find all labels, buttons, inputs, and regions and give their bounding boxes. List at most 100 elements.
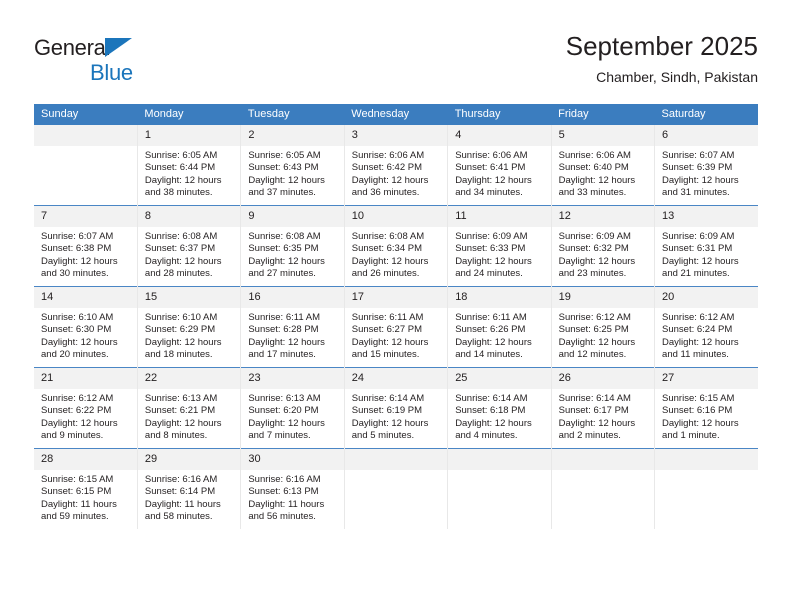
day-details xyxy=(345,470,447,474)
daylight-text-line2: and 58 minutes. xyxy=(144,511,213,523)
day-cell[interactable]: 1 Sunrise: 6:05 AM Sunset: 6:44 PM Dayli… xyxy=(136,125,242,206)
day-details: Sunrise: 6:10 AM Sunset: 6:30 PM Dayligh… xyxy=(34,308,137,362)
day-cell[interactable]: 15 Sunrise: 6:10 AM Sunset: 6:29 PM Dayl… xyxy=(136,286,242,368)
daylight-text-line1: Daylight: 11 hours xyxy=(248,498,325,510)
sunset-text: Sunset: 6:38 PM xyxy=(41,243,112,255)
day-cell[interactable]: 22 Sunrise: 6:13 AM Sunset: 6:21 PM Dayl… xyxy=(136,367,242,449)
day-cell[interactable]: 23 Sunrise: 6:13 AM Sunset: 6:20 PM Dayl… xyxy=(240,367,345,449)
sunrise-text: Sunrise: 6:05 AM xyxy=(144,150,218,161)
day-cell[interactable]: 4 Sunrise: 6:06 AM Sunset: 6:41 PM Dayli… xyxy=(447,125,552,206)
daylight-text-line1: Daylight: 12 hours xyxy=(662,417,739,429)
day-cell[interactable]: 7 Sunrise: 6:07 AM Sunset: 6:38 PM Dayli… xyxy=(34,205,138,287)
weekday-header-thursday: Thursday xyxy=(447,104,552,125)
day-details: Sunrise: 6:05 AM Sunset: 6:43 PM Dayligh… xyxy=(241,146,343,200)
weekday-header-saturday: Saturday xyxy=(654,104,758,125)
day-cell[interactable]: 16 Sunrise: 6:11 AM Sunset: 6:28 PM Dayl… xyxy=(240,286,345,368)
day-number: 23 xyxy=(241,368,344,389)
daylight-text-line2: and 28 minutes. xyxy=(144,268,213,280)
day-details: Sunrise: 6:12 AM Sunset: 6:25 PM Dayligh… xyxy=(552,308,654,362)
day-cell[interactable]: 18 Sunrise: 6:11 AM Sunset: 6:26 PM Dayl… xyxy=(447,286,552,368)
daylight-text-line2: and 11 minutes. xyxy=(662,349,729,361)
day-number: 7 xyxy=(34,206,137,227)
generalblue-logo[interactable]: General Blue xyxy=(34,36,214,86)
day-number: 21 xyxy=(34,368,137,389)
day-number: 3 xyxy=(344,125,448,146)
daylight-text-line2: and 33 minutes. xyxy=(558,187,627,199)
day-cell[interactable]: 28 Sunrise: 6:15 AM Sunset: 6:15 PM Dayl… xyxy=(34,448,138,529)
sunrise-text: Sunrise: 6:05 AM xyxy=(248,150,321,161)
day-cell[interactable] xyxy=(447,448,552,529)
day-cell[interactable]: 14 Sunrise: 6:10 AM Sunset: 6:30 PM Dayl… xyxy=(34,286,138,368)
day-cell[interactable]: 29 Sunrise: 6:16 AM Sunset: 6:14 PM Dayl… xyxy=(136,448,242,529)
week-row: 1 Sunrise: 6:05 AM Sunset: 6:44 PM Dayli… xyxy=(34,125,758,206)
day-cell[interactable]: 11 Sunrise: 6:09 AM Sunset: 6:33 PM Dayl… xyxy=(447,205,552,287)
daylight-text-line1: Daylight: 12 hours xyxy=(455,255,532,267)
day-details xyxy=(34,146,137,150)
day-details xyxy=(448,470,550,474)
day-number: 5 xyxy=(551,125,655,146)
sunrise-text: Sunrise: 6:14 AM xyxy=(351,393,425,404)
day-cell[interactable]: 13 Sunrise: 6:09 AM Sunset: 6:31 PM Dayl… xyxy=(654,205,758,287)
day-cell[interactable] xyxy=(654,448,758,529)
daylight-text-line2: and 7 minutes. xyxy=(248,430,311,442)
daylight-text-line1: Daylight: 12 hours xyxy=(662,174,739,186)
day-cell[interactable] xyxy=(34,125,138,206)
sunrise-text: Sunrise: 6:10 AM xyxy=(144,312,218,323)
weekday-header-tuesday: Tuesday xyxy=(240,104,345,125)
daylight-text-line2: and 14 minutes. xyxy=(455,349,523,361)
day-cell[interactable]: 3 Sunrise: 6:06 AM Sunset: 6:42 PM Dayli… xyxy=(343,125,449,206)
day-details: Sunrise: 6:08 AM Sunset: 6:37 PM Dayligh… xyxy=(138,227,240,281)
day-cell[interactable]: 19 Sunrise: 6:12 AM Sunset: 6:25 PM Dayl… xyxy=(550,286,656,368)
day-number: 8 xyxy=(137,206,241,227)
daylight-text-line1: Daylight: 12 hours xyxy=(351,255,429,267)
sunrise-text: Sunrise: 6:14 AM xyxy=(455,393,528,404)
day-details: Sunrise: 6:16 AM Sunset: 6:14 PM Dayligh… xyxy=(138,470,240,524)
day-details xyxy=(655,470,758,474)
day-cell[interactable]: 25 Sunrise: 6:14 AM Sunset: 6:18 PM Dayl… xyxy=(447,367,552,449)
daylight-text-line2: and 24 minutes. xyxy=(455,268,523,280)
day-cell[interactable]: 5 Sunrise: 6:06 AM Sunset: 6:40 PM Dayli… xyxy=(550,125,656,206)
day-cell[interactable]: 20 Sunrise: 6:12 AM Sunset: 6:24 PM Dayl… xyxy=(654,286,758,368)
daylight-text-line2: and 21 minutes. xyxy=(662,268,730,280)
daylight-text-line1: Daylight: 12 hours xyxy=(41,336,118,348)
daylight-text-line2: and 23 minutes. xyxy=(558,268,627,280)
day-cell[interactable]: 9 Sunrise: 6:08 AM Sunset: 6:35 PM Dayli… xyxy=(240,205,345,287)
daylight-text-line2: and 31 minutes. xyxy=(662,187,730,199)
day-cell[interactable] xyxy=(550,448,656,529)
day-number xyxy=(448,449,551,470)
daylight-text-line2: and 30 minutes. xyxy=(41,268,109,280)
day-cell[interactable]: 21 Sunrise: 6:12 AM Sunset: 6:22 PM Dayl… xyxy=(34,367,138,449)
day-details: Sunrise: 6:09 AM Sunset: 6:33 PM Dayligh… xyxy=(448,227,550,281)
day-details: Sunrise: 6:09 AM Sunset: 6:31 PM Dayligh… xyxy=(655,227,758,281)
day-details: Sunrise: 6:15 AM Sunset: 6:15 PM Dayligh… xyxy=(34,470,137,524)
sunrise-text: Sunrise: 6:08 AM xyxy=(351,231,425,242)
sunrise-text: Sunrise: 6:09 AM xyxy=(558,231,631,242)
day-details: Sunrise: 6:12 AM Sunset: 6:24 PM Dayligh… xyxy=(655,308,758,362)
day-cell[interactable]: 8 Sunrise: 6:08 AM Sunset: 6:37 PM Dayli… xyxy=(136,205,242,287)
day-details: Sunrise: 6:09 AM Sunset: 6:32 PM Dayligh… xyxy=(552,227,654,281)
page-title: September 2025 xyxy=(565,31,758,61)
daylight-text-line1: Daylight: 12 hours xyxy=(662,336,739,348)
day-number xyxy=(551,449,655,470)
day-cell[interactable]: 10 Sunrise: 6:08 AM Sunset: 6:34 PM Dayl… xyxy=(343,205,449,287)
day-cell[interactable]: 6 Sunrise: 6:07 AM Sunset: 6:39 PM Dayli… xyxy=(654,125,758,206)
day-details: Sunrise: 6:08 AM Sunset: 6:35 PM Dayligh… xyxy=(241,227,343,281)
day-cell[interactable]: 24 Sunrise: 6:14 AM Sunset: 6:19 PM Dayl… xyxy=(343,367,449,449)
day-cell[interactable] xyxy=(343,448,449,529)
day-cell[interactable]: 27 Sunrise: 6:15 AM Sunset: 6:16 PM Dayl… xyxy=(654,367,758,449)
day-cell[interactable]: 26 Sunrise: 6:14 AM Sunset: 6:17 PM Dayl… xyxy=(550,367,656,449)
sunset-text: Sunset: 6:18 PM xyxy=(455,405,526,417)
sunrise-text: Sunrise: 6:08 AM xyxy=(144,231,218,242)
day-number: 1 xyxy=(137,125,241,146)
sunset-text: Sunset: 6:33 PM xyxy=(455,243,526,255)
sunset-text: Sunset: 6:13 PM xyxy=(248,486,319,498)
weekday-header-sunday: Sunday xyxy=(34,104,138,125)
day-cell[interactable]: 30 Sunrise: 6:16 AM Sunset: 6:13 PM Dayl… xyxy=(240,448,345,529)
day-number: 14 xyxy=(34,287,137,308)
week-row: 14 Sunrise: 6:10 AM Sunset: 6:30 PM Dayl… xyxy=(34,286,758,368)
day-cell[interactable]: 12 Sunrise: 6:09 AM Sunset: 6:32 PM Dayl… xyxy=(550,205,656,287)
day-cell[interactable]: 2 Sunrise: 6:05 AM Sunset: 6:43 PM Dayli… xyxy=(240,125,345,206)
day-details: Sunrise: 6:11 AM Sunset: 6:26 PM Dayligh… xyxy=(448,308,550,362)
day-cell[interactable]: 17 Sunrise: 6:11 AM Sunset: 6:27 PM Dayl… xyxy=(343,286,449,368)
day-details: Sunrise: 6:05 AM Sunset: 6:44 PM Dayligh… xyxy=(138,146,240,200)
